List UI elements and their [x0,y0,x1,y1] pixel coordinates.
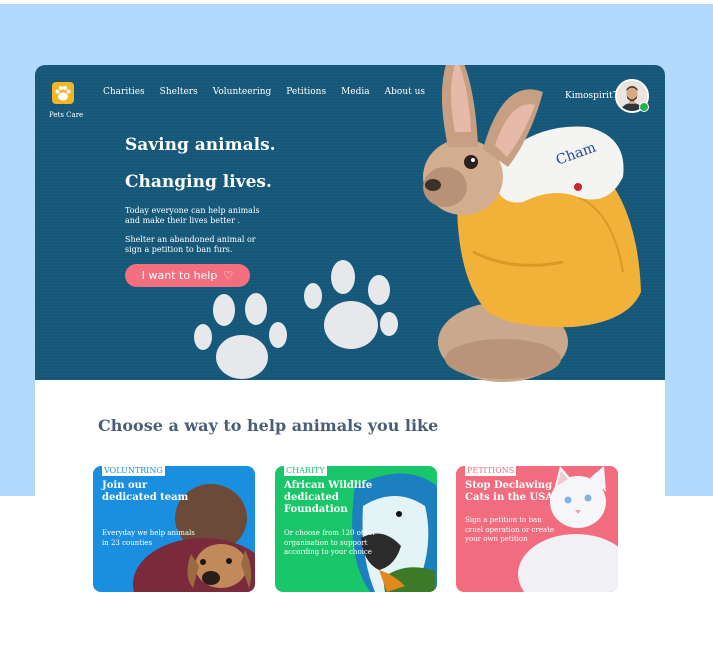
paw-icon[interactable] [52,82,74,104]
tile-title: African Wildlife dedicated Foundation [284,480,373,515]
charity-card[interactable]: CHARITY African Wildlife dedicated Found… [275,466,437,592]
brand-name: Pets Care [49,111,84,119]
nav-item-media[interactable]: Media [341,87,370,97]
section-title: Choose a way to help animals you like [98,416,439,435]
tile-description: Or choose from 120 other organisation to… [284,529,376,556]
nav-item-petitions[interactable]: Petitions [286,87,326,97]
hero-paragraph-2: Shelter an abandoned animal or sign a pe… [125,235,256,254]
heart-icon: ♡ [223,269,234,282]
hero-headline-2: Changing lives. [125,172,272,192]
petitions-card[interactable]: PETITIONS Stop Declawing Cats in the USA… [456,466,618,592]
volunteering-card[interactable]: VOLUNTRING Join our dedicated team Every… [93,466,255,592]
hero-headline-1: Saving animals. [125,135,276,155]
tile-title: Join our dedicated team [102,480,189,503]
nav-item-volunteering[interactable]: Volunteering [213,87,272,97]
tile-description: Everyday we help animals in 23 counties [102,529,195,547]
landing-page-card: Pets Care Charities Shelters Volunteerin… [35,65,665,647]
tile-description: Sign a petition to ban cruel operation o… [465,516,555,543]
want-to-help-button[interactable]: I want to help ♡ [125,264,250,287]
cta-label: I want to help [141,269,218,282]
nav-item-charities[interactable]: Charities [103,87,145,97]
tile-tag: PETITIONS [465,466,517,476]
hero-paragraph-1: Today everyone can help animals and make… [125,206,260,225]
tile-title: Stop Declawing Cats in the USA [465,480,554,503]
tile-tag: CHARITY [284,466,327,476]
nav-item-shelters[interactable]: Shelters [160,87,198,97]
tile-tag: VOLUNTRING [102,466,165,476]
french-bulldog-image: Cham [423,65,641,382]
paw-print-icon [194,293,287,379]
